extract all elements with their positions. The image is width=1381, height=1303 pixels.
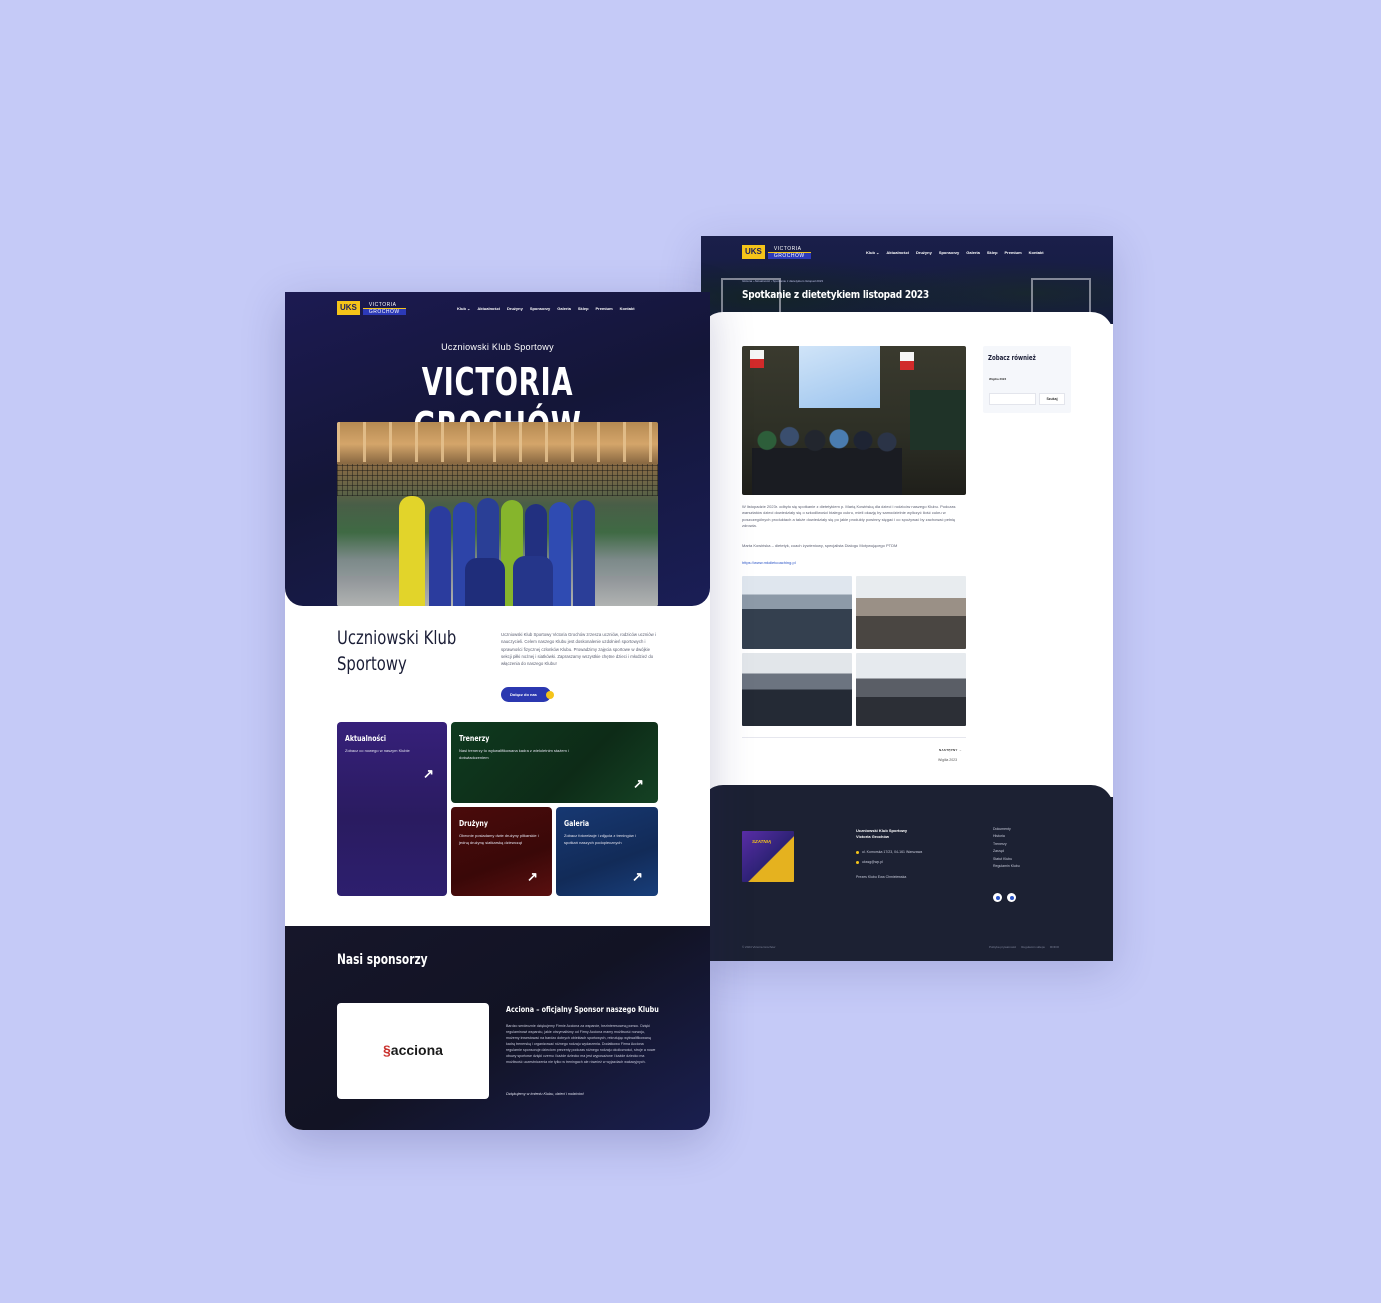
join-button[interactable]: Dołącz do nas bbox=[501, 687, 554, 702]
footer-badge: SZATNIĄ bbox=[742, 831, 794, 882]
tile-news[interactable]: Aktualności Zobacz co nowego w naszym Kl… bbox=[337, 722, 447, 896]
legal-link[interactable]: Polityka prywatności bbox=[989, 945, 1016, 949]
sidebar-link[interactable]: Wigilia 2023 bbox=[989, 377, 1006, 381]
article-paragraph: Marta Kowińska – dietetyk, coach żywieni… bbox=[742, 543, 898, 548]
acciona-logo: §acciona bbox=[383, 1042, 443, 1058]
team-photo bbox=[337, 422, 658, 606]
nav-item[interactable]: Kontakt bbox=[620, 306, 635, 311]
logo-uks: UKS bbox=[742, 245, 765, 259]
external-link[interactable]: https://www.mkdietcoaching.pl bbox=[742, 560, 796, 565]
footer-president: Prezes Klubu Ewa Chmielewska bbox=[856, 875, 907, 879]
next-post-label[interactable]: NASTĘPNY → bbox=[939, 748, 962, 752]
article-paragraph: W listopadzie 2023r. odbyło się spotkani… bbox=[742, 504, 956, 529]
footer-link[interactable]: Regulamin Klubu bbox=[993, 864, 1020, 869]
goal-image bbox=[1031, 278, 1091, 316]
nav-item[interactable]: Sklep bbox=[578, 306, 589, 311]
nav-item[interactable]: Aktualności bbox=[886, 250, 909, 255]
arrow-icon bbox=[546, 691, 554, 699]
nav-item[interactable]: Sklep bbox=[987, 250, 998, 255]
legal-link[interactable]: Regulamin sklepu bbox=[1021, 945, 1045, 949]
hero: UKS VICTORIA GROCHÓW Klub ⌄ Aktualności … bbox=[285, 292, 710, 606]
article-main-photo[interactable] bbox=[742, 346, 966, 495]
nav-item[interactable]: Kontakt bbox=[1029, 250, 1044, 255]
sponsors-title: Nasi sponsorzy bbox=[337, 952, 428, 968]
legal-link[interactable]: RODO bbox=[1050, 945, 1059, 949]
gallery-thumb[interactable] bbox=[742, 576, 852, 649]
nav-item[interactable]: Sponsorzy bbox=[530, 306, 550, 311]
logo-uks: UKS bbox=[337, 301, 360, 315]
page-title: Spotkanie z dietetykiem listopad 2023 bbox=[742, 288, 929, 301]
intro-title: Uczniowski Klub Sportowy bbox=[337, 627, 457, 675]
intro-text: Uczniowski Klub Sportowy Victoria Grochó… bbox=[501, 632, 656, 667]
footer-menu: Dokumenty Historia Trenerzy Zarząd Statu… bbox=[993, 827, 1020, 869]
next-post-title[interactable]: Wigilia 2023 bbox=[938, 758, 957, 762]
nav-item[interactable]: Klub ⌄ bbox=[866, 250, 879, 255]
nav-item[interactable]: Galeria bbox=[557, 306, 571, 311]
nav-item[interactable]: Aktualności bbox=[477, 306, 500, 311]
arrow-up-right-icon: ↗ bbox=[527, 869, 538, 884]
gallery-grid bbox=[742, 576, 966, 726]
search-input[interactable] bbox=[989, 393, 1036, 405]
divider bbox=[742, 737, 966, 738]
footer-club-name: Uczniowski Klub Sportowy Victoria Grochó… bbox=[856, 828, 908, 840]
logo[interactable]: UKS VICTORIA GROCHÓW bbox=[337, 301, 406, 315]
location-icon bbox=[856, 850, 859, 854]
footer-link[interactable]: Statut Klubu bbox=[993, 857, 1020, 862]
footer-link[interactable]: Historia bbox=[993, 835, 1020, 839]
facebook-icon[interactable] bbox=[993, 893, 1002, 902]
sponsor-heading: Acciona – oficjalny Sponsor naszego Klub… bbox=[506, 1005, 659, 1014]
sponsor-text: Bardzo serdecznie dziękujemy Firmie Acci… bbox=[506, 1024, 656, 1064]
main-nav: Klub ⌄ Aktualności Drużyny Sponsorzy Gal… bbox=[457, 306, 635, 311]
home-page: UKS VICTORIA GROCHÓW Klub ⌄ Aktualności … bbox=[285, 292, 710, 1130]
tile-gallery[interactable]: Galeria Zobacz fotorelacje i zdjęcia z t… bbox=[556, 807, 658, 896]
footer-link[interactable]: Zarząd bbox=[993, 850, 1020, 854]
hero-pretitle: Uczniowski Klub Sportowy bbox=[441, 342, 554, 352]
nav-item[interactable]: Premium bbox=[1005, 250, 1022, 255]
gallery-thumb[interactable] bbox=[856, 576, 966, 649]
tile-coaches[interactable]: Trenerzy Nasi trenerzy to wykwalifikowan… bbox=[451, 722, 658, 803]
mail-icon bbox=[856, 860, 859, 864]
tile-teams[interactable]: Drużyny Obecnie posiadamy dwie drużyny p… bbox=[451, 807, 552, 896]
sponsor-thanks: Dziękujemy w imieniu Klubu, dzieci i rod… bbox=[506, 1092, 585, 1096]
gallery-thumb[interactable] bbox=[856, 653, 966, 726]
footer-link[interactable]: Dokumenty bbox=[993, 827, 1020, 832]
arrow-up-right-icon: ↗ bbox=[423, 766, 434, 781]
copyright: © 2024 Victoria Grochów bbox=[742, 945, 776, 949]
arrow-up-right-icon: ↗ bbox=[633, 776, 644, 791]
youtube-icon[interactable] bbox=[1007, 893, 1016, 902]
footer-email[interactable]: ukssg@wp.pl bbox=[856, 860, 883, 864]
nav-item[interactable]: Galeria bbox=[966, 250, 980, 255]
footer: SZATNIĄ Uczniowski Klub Sportowy Victori… bbox=[701, 785, 1113, 961]
nav-item[interactable]: Klub ⌄ bbox=[457, 306, 470, 311]
sidebar-title: Zobacz również bbox=[988, 354, 1036, 362]
arrow-up-right-icon: ↗ bbox=[632, 869, 643, 884]
search-button[interactable]: Szukaj bbox=[1039, 393, 1065, 405]
footer-link[interactable]: Trenerzy bbox=[993, 842, 1020, 847]
nav-item[interactable]: Premium bbox=[596, 306, 613, 311]
gallery-thumb[interactable] bbox=[742, 653, 852, 726]
nav-item[interactable]: Drużyny bbox=[916, 250, 932, 255]
nav-item[interactable]: Sponsorzy bbox=[939, 250, 959, 255]
breadcrumb[interactable]: Główna › Aktualności › Spotkanie z diete… bbox=[742, 279, 823, 283]
nav-item[interactable]: Drużyny bbox=[507, 306, 523, 311]
footer-address: ul. Komorska 17/23, 04-161 Warszawa bbox=[856, 850, 922, 854]
article-page: UKS VICTORIA GROCHÓW Klub ⌄ Aktualności … bbox=[701, 236, 1113, 961]
legal-links: Polityka prywatności Regulamin sklepu RO… bbox=[989, 945, 1059, 949]
main-nav: Klub ⌄ Aktualności Drużyny Sponsorzy Gal… bbox=[866, 250, 1044, 255]
logo[interactable]: UKS VICTORIA GROCHÓW bbox=[742, 245, 811, 259]
